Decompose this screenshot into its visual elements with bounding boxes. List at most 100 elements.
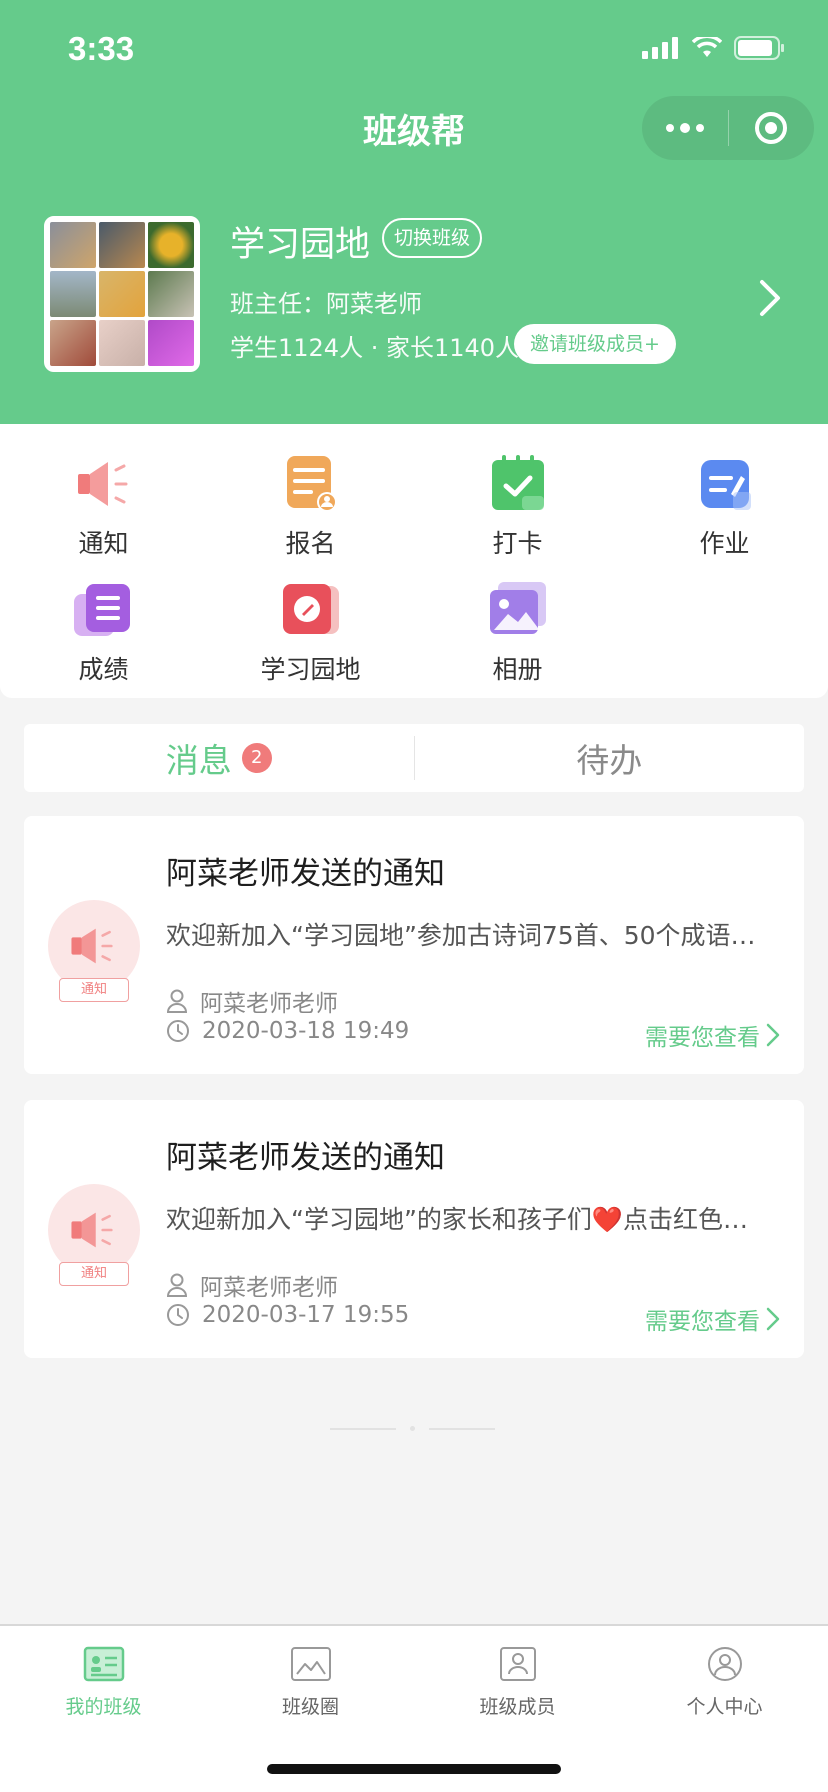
feature-notice[interactable]: 通知	[0, 454, 207, 560]
time-text: 2020-03-17 19:55	[202, 1302, 410, 1328]
tabbar-label: 我的班级	[65, 1696, 142, 1718]
clock-icon	[167, 1020, 189, 1042]
feature-signup[interactable]: 报名	[207, 454, 414, 560]
divider-line	[429, 1427, 495, 1430]
feature-study[interactable]: 学习园地	[207, 580, 414, 686]
avatar-photo	[99, 222, 145, 268]
chevron-right-icon	[766, 1023, 780, 1047]
feature-label: 成绩	[78, 655, 129, 684]
avatar-photo	[148, 271, 194, 317]
feature-label: 作业	[699, 529, 750, 558]
invite-members-button[interactable]: 邀请班级成员+	[514, 324, 676, 364]
tabbar-label: 个人中心	[686, 1696, 763, 1718]
feature-label: 打卡	[492, 529, 543, 558]
member-counts: 学生1124人 · 家长1140人	[230, 334, 520, 362]
divider-line	[330, 1427, 396, 1430]
tabbar-label: 班级圈	[281, 1696, 339, 1718]
tabbar-class-circle[interactable]: 班级圈	[207, 1644, 414, 1719]
list-end-divider	[330, 1426, 495, 1431]
tab-todo[interactable]: 待办	[415, 734, 805, 782]
megaphone-icon	[71, 1212, 113, 1248]
person-icon	[166, 989, 188, 1013]
divider-dot	[410, 1426, 415, 1431]
signal-icon	[642, 37, 678, 59]
megaphone-icon	[71, 928, 113, 964]
status-icons	[642, 36, 786, 60]
avatar-photo	[50, 320, 96, 366]
message-preview: 欢迎新加入“学习园地”的家长和孩子们❤️点击红色…	[166, 1205, 749, 1234]
message-card[interactable]: 通知 阿菜老师发送的通知 欢迎新加入“学习园地”参加古诗词75首、50个成语… …	[24, 816, 804, 1074]
close-miniprogram-button[interactable]	[729, 96, 815, 160]
profile-icon	[703, 1644, 747, 1684]
tab-messages[interactable]: 消息 2	[24, 734, 414, 782]
members-icon	[496, 1644, 540, 1684]
avatar-photo	[99, 271, 145, 317]
avatar-photo	[148, 320, 194, 366]
more-button[interactable]	[642, 96, 728, 160]
feature-label: 学习园地	[260, 655, 361, 684]
message-author: 阿菜老师老师	[166, 1268, 338, 1302]
feature-homework[interactable]: 作业	[621, 454, 828, 560]
message-author: 阿菜老师老师	[166, 984, 338, 1018]
class-name: 学习园地	[230, 225, 371, 265]
status-time: 3:33	[68, 30, 135, 67]
tabbar-my-class[interactable]: 我的班级	[0, 1644, 207, 1719]
wifi-icon	[692, 37, 722, 57]
message-card[interactable]: 通知 阿菜老师发送的通知 欢迎新加入“学习园地”的家长和孩子们❤️点击红色… 阿…	[24, 1100, 804, 1358]
home-indicator[interactable]	[267, 1764, 561, 1774]
feature-label: 相册	[492, 655, 543, 684]
avatar-photo	[50, 222, 96, 268]
megaphone-icon	[74, 454, 134, 514]
tabbar-class-members[interactable]: 班级成员	[414, 1644, 621, 1719]
album-icon	[488, 580, 548, 640]
signup-icon	[281, 454, 341, 514]
head-teacher: 班主任：阿菜老师	[230, 290, 422, 318]
avatar-photo	[99, 320, 145, 366]
avatar-photo	[50, 271, 96, 317]
person-icon	[166, 1273, 188, 1297]
study-icon	[281, 580, 341, 640]
feature-album[interactable]: 相册	[414, 580, 621, 686]
clock-icon	[167, 1304, 189, 1326]
more-dots-icon	[665, 123, 704, 133]
message-time: 2020-03-18 19:49	[166, 1018, 409, 1044]
chevron-right-icon[interactable]	[758, 278, 782, 318]
action-label: 需要您查看	[645, 1309, 760, 1335]
feature-label: 报名	[285, 529, 336, 558]
feature-checkin[interactable]: 打卡	[414, 454, 621, 560]
image-frame-icon	[289, 1644, 333, 1684]
tab-label: 待办	[576, 741, 643, 780]
class-card-icon	[82, 1644, 126, 1684]
notice-tag: 通知	[59, 1262, 129, 1286]
message-tabs: 消息 2 待办	[24, 724, 804, 792]
tabbar-label: 班级成员	[479, 1696, 556, 1718]
switch-class-button[interactable]: 切换班级	[382, 218, 483, 258]
chevron-right-icon	[766, 1307, 780, 1331]
feature-grid: 通知 报名 打卡 作业 成绩 学习园地 相册	[0, 424, 828, 698]
tabbar-profile[interactable]: 个人中心	[621, 1644, 828, 1719]
author-name: 阿菜老师老师	[200, 1275, 338, 1301]
message-title: 阿菜老师发送的通知	[166, 856, 445, 892]
action-label: 需要您查看	[645, 1025, 760, 1051]
class-header: 3:33 班级帮 学习园地 切换班级 班主任：阿菜老师 学生1124人 · 家长…	[0, 0, 828, 424]
view-required-link[interactable]: 需要您查看	[645, 1018, 780, 1052]
author-name: 阿菜老师老师	[200, 991, 338, 1017]
battery-icon	[734, 36, 784, 60]
class-avatar-collage[interactable]	[44, 216, 200, 372]
tab-label: 消息	[165, 741, 232, 780]
message-title: 阿菜老师发送的通知	[166, 1140, 445, 1176]
miniprogram-capsule	[642, 96, 814, 160]
unread-badge: 2	[241, 743, 272, 773]
avatar-photo	[148, 222, 194, 268]
notice-tag: 通知	[59, 978, 129, 1002]
time-text: 2020-03-18 19:49	[202, 1018, 410, 1044]
homework-icon	[695, 454, 755, 514]
target-icon	[755, 112, 788, 144]
feature-grades[interactable]: 成绩	[0, 580, 207, 686]
checkin-icon	[488, 454, 548, 514]
message-time: 2020-03-17 19:55	[166, 1302, 409, 1328]
feature-label: 通知	[78, 529, 129, 558]
grades-icon	[73, 580, 134, 640]
view-required-link[interactable]: 需要您查看	[645, 1302, 780, 1336]
message-preview: 欢迎新加入“学习园地”参加古诗词75首、50个成语…	[166, 921, 756, 950]
